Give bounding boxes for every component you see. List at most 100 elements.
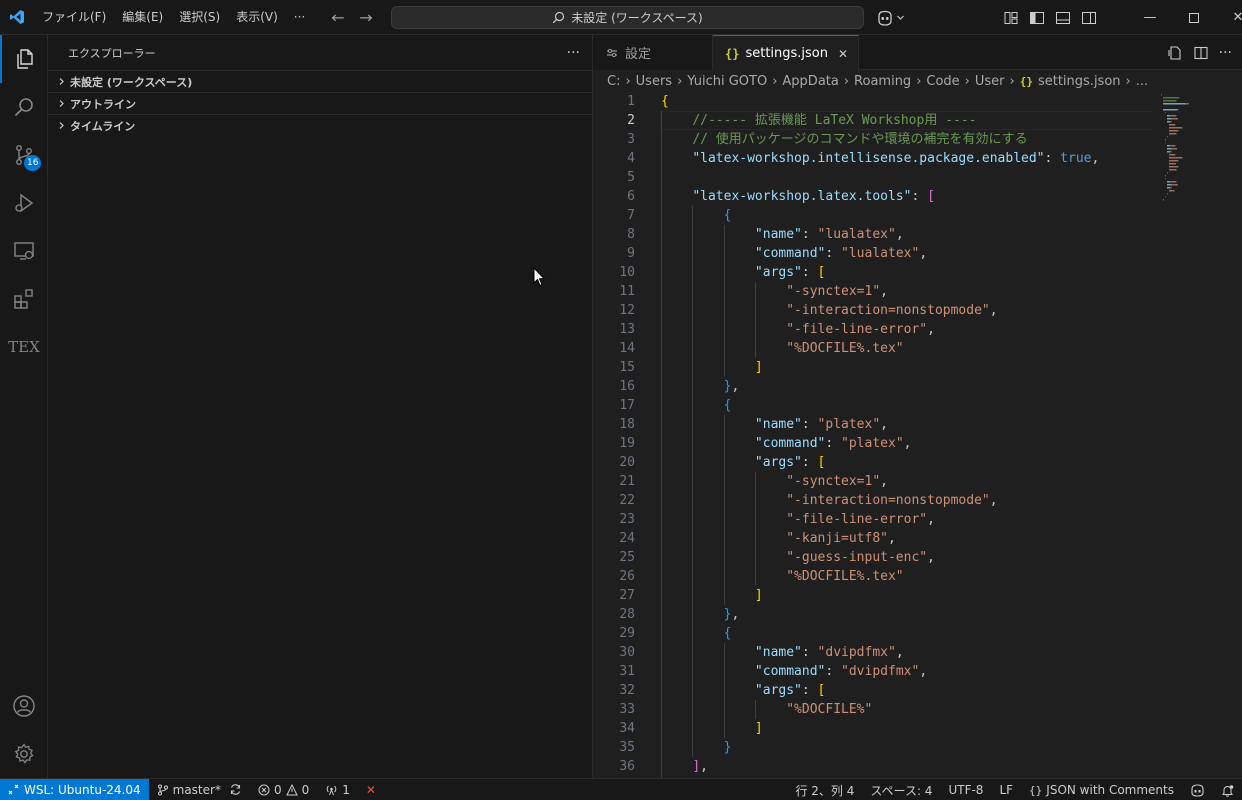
tex-status[interactable]: ✕ (358, 779, 384, 800)
customize-layout-icon[interactable] (1002, 9, 1020, 27)
menu-selection[interactable]: 選択(S) (171, 0, 228, 35)
code-line[interactable]: 28 }, (593, 605, 1153, 624)
code-line[interactable]: 14 "%DOCFILE%.tex" (593, 339, 1153, 358)
toggle-secondary-sidebar-icon[interactable] (1080, 9, 1098, 27)
activity-search[interactable] (0, 83, 48, 131)
code-line[interactable]: 6 "latex-workshop.latex.tools": [ (593, 187, 1153, 206)
code-line[interactable]: 7 { (593, 206, 1153, 225)
code-line[interactable]: 8 "name": "lualatex", (593, 225, 1153, 244)
code-line[interactable]: 2 //----- 拡張機能 LaTeX Workshop用 ---- (593, 111, 1153, 130)
code-line[interactable]: 12 "-interaction=nonstopmode", (593, 301, 1153, 320)
code-line[interactable]: 36 ], (593, 757, 1153, 776)
breadcrumb-item[interactable]: AppData (782, 74, 838, 89)
menu-more[interactable]: ··· (286, 0, 313, 35)
code-line[interactable]: 21 "-synctex=1", (593, 472, 1153, 491)
code-line[interactable]: 15 ] (593, 358, 1153, 377)
close-window-icon[interactable]: ✕ (1216, 0, 1242, 35)
problems-indicator[interactable]: 0 0 (250, 779, 317, 800)
code-line[interactable]: 4 "latex-workshop.intellisense.package.e… (593, 149, 1153, 168)
more-actions-icon[interactable]: ··· (1219, 45, 1232, 61)
tab-settings-json[interactable]: {} settings.json ✕ (713, 35, 860, 71)
section-timeline[interactable]: タイムライン (48, 114, 592, 136)
minimap-line (1178, 166, 1179, 168)
breadcrumb-item[interactable]: Code (926, 74, 959, 89)
activity-run-debug[interactable] (0, 179, 48, 227)
code-line[interactable]: 32 "args": [ (593, 681, 1153, 700)
ports-indicator[interactable]: 1 (317, 779, 358, 800)
code-line[interactable]: 31 "command": "dvipdfmx", (593, 662, 1153, 681)
minimap[interactable] (1161, 92, 1231, 212)
breadcrumb-item[interactable]: User (975, 74, 1005, 89)
notifications[interactable] (1213, 779, 1242, 800)
maximize-icon[interactable] (1172, 0, 1216, 35)
toggle-panel-icon[interactable] (1054, 9, 1072, 27)
code-line[interactable]: 27 ] (593, 586, 1153, 605)
activity-manage[interactable] (0, 730, 48, 778)
section-outline[interactable]: アウトライン (48, 92, 592, 114)
code-line[interactable]: 24 "-kanji=utf8", (593, 529, 1153, 548)
encoding[interactable]: UTF-8 (940, 779, 991, 800)
code-line[interactable]: 20 "args": [ (593, 453, 1153, 472)
section-workspace[interactable]: 未設定 (ワークスペース) (48, 70, 592, 92)
forward-arrow-icon[interactable]: → (358, 8, 374, 27)
code-text: "args": [ (661, 681, 825, 700)
activity-explorer[interactable] (0, 35, 48, 83)
code-punctuation (661, 284, 786, 299)
end-of-line[interactable]: LF (991, 779, 1021, 800)
breadcrumb-item[interactable]: C: (607, 74, 620, 89)
open-settings-ui-icon[interactable] (1167, 45, 1183, 61)
sync-icon[interactable] (229, 783, 242, 796)
activity-source-control[interactable]: 16 (0, 131, 48, 179)
menu-view[interactable]: 表示(V) (228, 0, 286, 35)
activity-tex[interactable]: TEX (0, 323, 48, 371)
code-line[interactable]: 18 "name": "platex", (593, 415, 1153, 434)
back-arrow-icon[interactable]: ← (330, 8, 346, 27)
activity-extensions[interactable] (0, 275, 48, 323)
toggle-primary-sidebar-icon[interactable] (1028, 9, 1046, 27)
code-line[interactable]: 19 "command": "platex", (593, 434, 1153, 453)
indentation[interactable]: スペース: 4 (862, 779, 940, 800)
activity-accounts[interactable] (0, 682, 48, 730)
breadcrumb-item[interactable]: Roaming (854, 74, 911, 89)
cursor-position[interactable]: 行 2、列 4 (787, 779, 862, 800)
code-line[interactable]: 10 "args": [ (593, 263, 1153, 282)
breadcrumb-item[interactable]: settings.json (1038, 74, 1121, 89)
remote-indicator[interactable]: WSL: Ubuntu-24.04 (0, 778, 149, 800)
copilot-menu[interactable] (876, 0, 905, 35)
code-editor[interactable]: 1{2 //----- 拡張機能 LaTeX Workshop用 ---- 3 /… (593, 92, 1153, 778)
copilot-status[interactable] (1182, 779, 1213, 800)
code-line[interactable]: 33 "%DOCFILE%" (593, 700, 1153, 719)
minimize-icon[interactable]: — (1128, 0, 1172, 35)
menu-edit[interactable]: 編集(E) (114, 0, 171, 35)
code-text: } (661, 738, 732, 757)
code-line[interactable]: 1{ (593, 92, 1153, 111)
code-line[interactable]: 17 { (593, 396, 1153, 415)
code-line[interactable]: 34 ] (593, 719, 1153, 738)
activity-remote-explorer[interactable] (0, 227, 48, 275)
code-line[interactable]: 25 "-guess-input-enc", (593, 548, 1153, 567)
code-line[interactable]: 30 "name": "dvipdfmx", (593, 643, 1153, 662)
split-editor-icon[interactable] (1193, 45, 1209, 61)
breadcrumb-item[interactable]: Users (636, 74, 672, 89)
code-line[interactable]: 29 { (593, 624, 1153, 643)
code-line[interactable]: 16 }, (593, 377, 1153, 396)
close-icon[interactable]: ✕ (838, 47, 848, 61)
menu-file[interactable]: ファイル(F) (34, 0, 114, 35)
tab-settings-ui[interactable]: 設定 (593, 35, 713, 70)
code-line[interactable]: 26 "%DOCFILE%.tex" (593, 567, 1153, 586)
breadcrumb-item[interactable]: Yuichi GOTO (687, 74, 767, 89)
line-number: 14 (619, 341, 635, 356)
code-line[interactable]: 11 "-synctex=1", (593, 282, 1153, 301)
branch-indicator[interactable]: master* (149, 779, 250, 800)
more-actions-icon[interactable]: ··· (567, 45, 580, 61)
code-line[interactable]: 13 "-file-line-error", (593, 320, 1153, 339)
language-mode[interactable]: {} JSON with Comments (1021, 779, 1182, 800)
code-line[interactable]: 9 "command": "lualatex", (593, 244, 1153, 263)
code-line[interactable]: 5 (593, 168, 1153, 187)
breadcrumb-item[interactable]: ... (1136, 74, 1148, 89)
code-line[interactable]: 23 "-file-line-error", (593, 510, 1153, 529)
code-line[interactable]: 3 // 使用パッケージのコマンドや環境の補完を有効にする (593, 130, 1153, 149)
code-line[interactable]: 22 "-interaction=nonstopmode", (593, 491, 1153, 510)
command-center-search[interactable]: 未設定 (ワークスペース) (391, 6, 864, 29)
code-line[interactable]: 35 } (593, 738, 1153, 757)
